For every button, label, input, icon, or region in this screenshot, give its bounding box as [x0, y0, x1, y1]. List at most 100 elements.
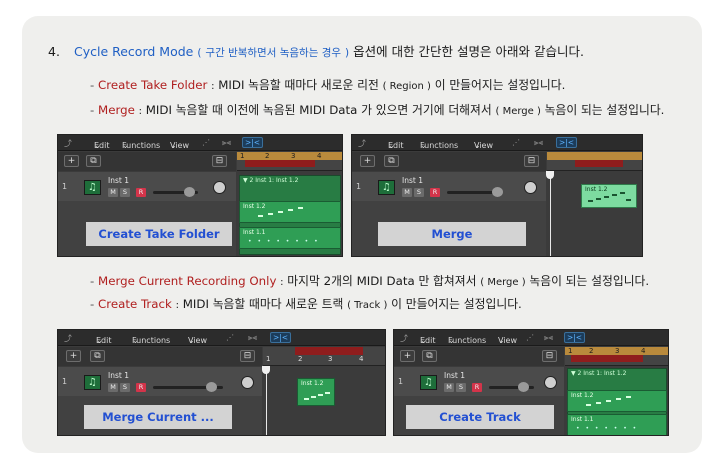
playhead[interactable]	[266, 366, 267, 435]
catch-icon[interactable]: >|<	[270, 332, 292, 343]
folder-icon[interactable]: ⧉	[384, 155, 399, 167]
playhead-handle[interactable]	[262, 366, 270, 374]
ruler-tick: 1	[240, 152, 245, 160]
playhead[interactable]	[550, 171, 551, 256]
solo-button[interactable]: S	[120, 383, 130, 392]
pan-knob[interactable]	[241, 376, 254, 389]
take-region[interactable]: Inst 1.1 • • • • • • • •	[239, 227, 341, 249]
midi-notes: • • • • • • •	[576, 425, 639, 432]
track-header[interactable]: 1 ♫ Inst 1 M S R	[58, 172, 236, 202]
track-number: 1	[398, 377, 404, 386]
screenshot-create-track: ⤴ Edit ⌄ Functions ⌄ View ⌄ ⋰ ⫸⫷ >|< + ⧉…	[393, 329, 669, 436]
volume-slider-knob[interactable]	[492, 187, 503, 197]
solo-button[interactable]: S	[456, 383, 466, 392]
snap-icon[interactable]: ⋰	[512, 138, 520, 147]
merged-region[interactable]: Inst 1.2	[297, 378, 335, 406]
flex-icon[interactable]: ⫸⫷	[534, 138, 543, 148]
snap-icon[interactable]: ⋰	[202, 138, 210, 147]
catch-icon[interactable]: >|<	[242, 137, 264, 148]
ruler-tick: 3	[615, 347, 620, 355]
catch-icon[interactable]: >|<	[556, 137, 578, 148]
pan-knob[interactable]	[213, 181, 226, 194]
mode-label: Create Track	[406, 405, 554, 429]
record-button[interactable]: R	[430, 188, 440, 197]
bullet-merge: - Merge : MIDI 녹음할 때 이전에 녹음된 MIDI Data 가…	[90, 101, 664, 118]
volume-slider-knob[interactable]	[184, 187, 195, 197]
track-header[interactable]: 1 ♫ Inst 1 M S R	[352, 172, 546, 202]
bullet-text: MIDI 녹음할 때마다 새로운 트랙	[182, 297, 344, 311]
region-name: Inst 1.2	[301, 380, 324, 387]
pan-knob[interactable]	[544, 376, 557, 389]
flex-icon[interactable]: ⫸⫷	[544, 333, 553, 343]
folder-icon[interactable]: ⧉	[86, 155, 101, 167]
cycle-area[interactable]	[547, 152, 642, 160]
add-track-button[interactable]: +	[360, 155, 375, 167]
cycle-area[interactable]	[237, 152, 342, 160]
region-name: Inst 1.1	[571, 416, 594, 423]
add-track-button[interactable]: +	[66, 350, 81, 362]
track-header[interactable]: 1 ♫ Inst 1 M S R	[58, 367, 262, 397]
ruler-tick: 2	[589, 347, 594, 355]
add-track-button[interactable]: +	[400, 350, 415, 362]
midi-notes	[302, 388, 330, 402]
folder-icon[interactable]: ⧉	[90, 350, 105, 362]
take-region[interactable]: Inst 1.2	[239, 201, 341, 223]
volume-slider-knob[interactable]	[206, 382, 217, 392]
flex-icon[interactable]: ⫸⫷	[222, 138, 231, 148]
chevron-down-icon: ⌄	[188, 336, 195, 345]
chevron-down-icon: ⌄	[448, 336, 455, 345]
collapse-icon[interactable]: ⊟	[240, 350, 255, 362]
collapse-icon[interactable]: ⊟	[524, 155, 539, 167]
snap-icon[interactable]: ⋰	[226, 333, 234, 342]
mute-button[interactable]: M	[402, 188, 412, 197]
ruler-tick: 2	[265, 152, 270, 160]
toolbar: ⤴ Edit ⌄ Functions ⌄ View ⌄ ⋰ ⫸⫷ >|<	[352, 135, 642, 151]
region-name: Inst 1.1	[243, 229, 266, 236]
track-number: 1	[356, 182, 362, 191]
ruler[interactable]: 1 2 3 4	[237, 152, 342, 171]
ruler[interactable]	[547, 152, 642, 171]
mute-button[interactable]: M	[444, 383, 454, 392]
record-area	[571, 355, 643, 362]
track-header[interactable]: 1 ♫ Inst 1 M S R	[394, 367, 564, 397]
bullet-merge-current: - Merge Current Recording Only : 마지막 2개의…	[90, 272, 649, 289]
add-track-button[interactable]: +	[64, 155, 79, 167]
mute-button[interactable]: M	[108, 383, 118, 392]
mode-label: Merge	[378, 222, 526, 246]
snap-icon[interactable]: ⋰	[526, 333, 534, 342]
collapse-icon[interactable]: ⊟	[212, 155, 227, 167]
pan-knob[interactable]	[524, 181, 537, 194]
catch-icon[interactable]: >|<	[564, 332, 586, 343]
ruler[interactable]: 1 2 3 4	[263, 347, 385, 366]
collapse-icon[interactable]: ⊟	[542, 350, 557, 362]
ruler-tick: 4	[641, 347, 646, 355]
solo-button[interactable]: S	[414, 188, 424, 197]
merged-region[interactable]: Inst 1.2	[581, 184, 637, 208]
take-region[interactable]: Inst 1.1 • • • • • • •	[567, 414, 667, 435]
bullet-dash: -	[90, 103, 95, 117]
record-button[interactable]: R	[136, 188, 146, 197]
section-number: 4.	[48, 44, 60, 59]
chevron-down-icon: ⌄	[420, 336, 427, 345]
instrument-icon: ♫	[378, 180, 395, 195]
back-icon[interactable]: ⤴	[64, 138, 72, 149]
folder-icon[interactable]: ⧉	[422, 350, 437, 362]
track-number: 1	[62, 182, 68, 191]
back-icon[interactable]: ⤴	[358, 138, 366, 149]
ruler-tick: 4	[359, 355, 364, 363]
mute-button[interactable]: M	[108, 188, 118, 197]
section-description: 옵션에 대한 간단한 설명은 아래와 같습니다.	[353, 44, 584, 59]
volume-slider-knob[interactable]	[518, 382, 529, 392]
flex-icon[interactable]: ⫸⫷	[248, 333, 257, 343]
solo-button[interactable]: S	[120, 188, 130, 197]
record-button[interactable]: R	[472, 383, 482, 392]
take-region[interactable]: Inst 1.2	[567, 390, 667, 412]
ruler[interactable]: 1 2 3 4	[565, 347, 668, 366]
back-icon[interactable]: ⤴	[64, 333, 72, 344]
screenshot-merge: ⤴ Edit ⌄ Functions ⌄ View ⌄ ⋰ ⫸⫷ >|< + ⧉…	[351, 134, 643, 257]
section-heading: 4. Cycle Record Mode ( 구간 반복하면서 녹음하는 경우 …	[48, 41, 584, 60]
playhead-handle[interactable]	[546, 171, 554, 179]
bullet-dash: -	[90, 297, 95, 311]
back-icon[interactable]: ⤴	[400, 333, 408, 344]
record-button[interactable]: R	[136, 383, 146, 392]
